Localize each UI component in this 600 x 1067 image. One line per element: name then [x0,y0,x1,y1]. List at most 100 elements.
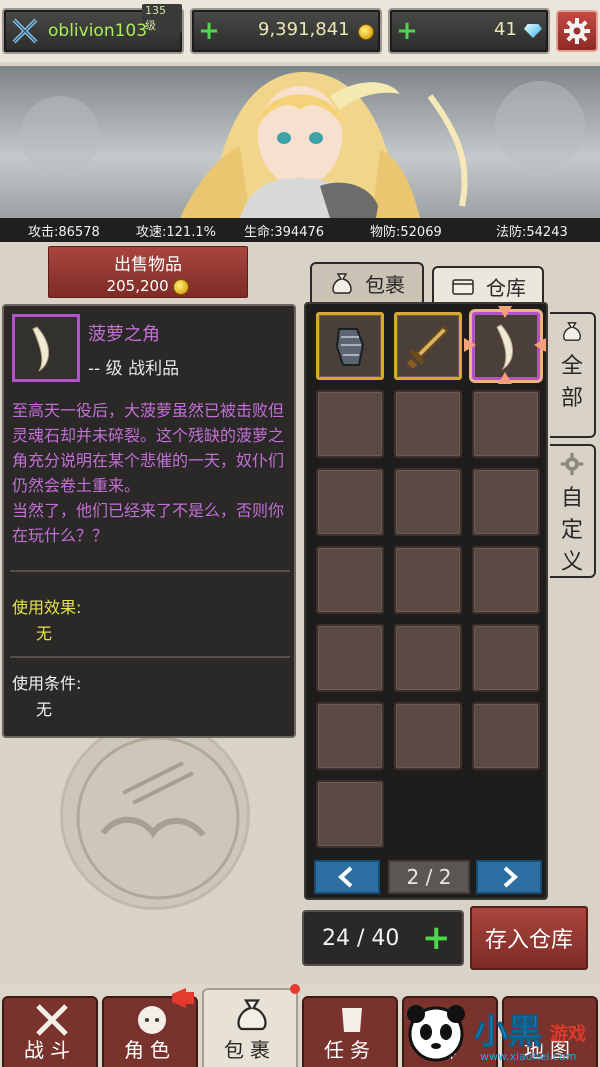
inventory-slot[interactable] [394,390,462,458]
inventory-slot[interactable] [316,312,384,380]
quest-scroll-icon [342,1008,362,1032]
inventory-slot[interactable] [316,390,384,458]
crossed-swords-icon [12,18,38,44]
filter-custom-char-1: 自 [560,486,583,511]
cloud-emblem-decoration [60,720,250,910]
panda-logo-icon [407,1005,465,1062]
inventory-slot[interactable] [472,546,540,614]
add-gem-button[interactable]: + [396,18,418,44]
condition-value: 无 [36,700,53,719]
condition-label: 使用条件: [12,674,82,693]
item-detail-panel: 菠萝之角 -- 级 战利品 至高天一役后，大菠萝虽然已被击败但灵魂石却并未碎裂。… [2,304,296,738]
inventory-slot[interactable] [394,312,462,380]
tab-warehouse[interactable]: 仓库 [432,266,544,304]
inventory-grid [304,302,548,900]
filter-all-char-1: 全 [560,354,583,379]
inventory-slot[interactable] [472,702,540,770]
effect-label: 使用效果: [12,598,82,617]
notification-dot [290,984,300,994]
prev-page-button[interactable] [314,860,380,894]
chevron-left-icon [338,866,353,888]
settings-button[interactable] [556,10,598,52]
site-watermark: 小黑 游戏 www.xiaohei.com [404,1000,600,1067]
gold-amount: 9,391,841 [258,19,350,40]
sack-icon [332,273,352,294]
player-info[interactable]: 135 级 oblivion103 [2,4,184,54]
chevron-right-icon [503,866,518,888]
gear-icon [560,452,584,476]
selection-arrows-icon [464,306,546,384]
sell-price-row: 205,200 [49,277,247,295]
divider [10,656,290,658]
inventory-slot[interactable] [394,624,462,692]
character-banner [0,66,600,218]
emblem-art [76,736,240,900]
nav-bag[interactable]: 包裹 [202,984,300,1067]
nav-battle[interactable]: 战斗 [2,996,98,1067]
gold-coin-icon [173,278,190,295]
inventory-slot[interactable] [394,468,462,536]
inventory-slot[interactable] [472,390,540,458]
gauntlet-icon [335,328,365,366]
player-name: oblivion103 [48,21,148,41]
nav-battle-label: 战斗 [24,1038,76,1062]
item-level-type: -- 级 战利品 [88,359,180,379]
stat-attack-speed: 攻速:121.1% [136,224,216,240]
inventory-slot[interactable] [316,780,384,848]
sell-item-button[interactable]: 出售物品 205,200 [48,246,248,298]
nav-quest-label: 任务 [324,1038,376,1062]
knight-portrait-image [0,66,600,218]
inventory-slot[interactable] [472,468,540,536]
sell-price: 205,200 [106,277,169,295]
watermark-brand: 小黑 [474,1012,543,1053]
sack-icon [237,999,267,1031]
gold-coin-icon [358,24,374,40]
stats-bar: 攻击:86578 攻速:121.1% 生命:394476 物防:52069 法防… [0,218,600,242]
character-face-icon [138,1006,166,1034]
nav-quest[interactable]: 任务 [302,996,398,1067]
expand-capacity-button[interactable]: + [422,918,451,958]
gem-counter: + 41 [388,8,550,54]
inventory-slot[interactable] [316,546,384,614]
inventory-slot[interactable] [394,702,462,770]
watermark-game: 游戏 [550,1024,586,1045]
filter-custom-char-2: 定 [560,518,583,543]
gold-counter: + 9,391,841 [190,8,382,54]
tab-bag-label: 包裹 [365,272,405,297]
filter-all-tab[interactable]: 全 部 [550,312,596,438]
sack-icon [563,322,581,341]
nav-bag-label: 包裹 [224,1038,276,1062]
stat-hp: 生命:394476 [244,224,325,240]
divider [10,570,290,572]
inventory-slot[interactable] [316,702,384,770]
filter-custom-char-3: 义 [560,550,583,575]
page-indicator: 2 / 2 [388,860,470,894]
item-icon-frame [12,314,80,382]
tab-bag[interactable]: 包裹 [310,262,424,302]
filter-all-char-2: 部 [560,386,583,411]
inventory-slot[interactable] [394,546,462,614]
nav-character[interactable]: 角色 [102,988,198,1067]
add-gold-button[interactable]: + [198,18,220,44]
tab-warehouse-label: 仓库 [486,275,526,300]
next-page-button[interactable] [476,860,542,894]
nav-character-label: 角色 [124,1038,176,1062]
stat-attack: 攻击:86578 [28,224,100,240]
watermark-url: www.xiaohei.com [480,1050,577,1063]
deposit-to-warehouse-button[interactable]: 存入仓库 [470,906,588,970]
horn-icon [32,326,49,372]
inventory-slot[interactable] [316,468,384,536]
stat-magic-def: 法防:54243 [496,224,568,240]
item-name: 菠萝之角 [88,324,160,345]
capacity-box: 24 / 40 + [302,910,464,966]
sell-label: 出售物品 [114,255,182,275]
filter-custom-tab[interactable]: 自 定 义 [550,444,596,578]
stat-phys-def: 物防:52069 [370,224,442,240]
sword-icon [406,325,449,370]
top-bar: 135 级 oblivion103 + 9,391,841 + 41 [0,0,600,62]
player-level: 135 级 [142,4,182,33]
inventory-slot[interactable] [472,624,540,692]
effect-value: 无 [36,624,53,643]
alert-megaphone-icon [172,988,194,1008]
inventory-slot[interactable] [316,624,384,692]
